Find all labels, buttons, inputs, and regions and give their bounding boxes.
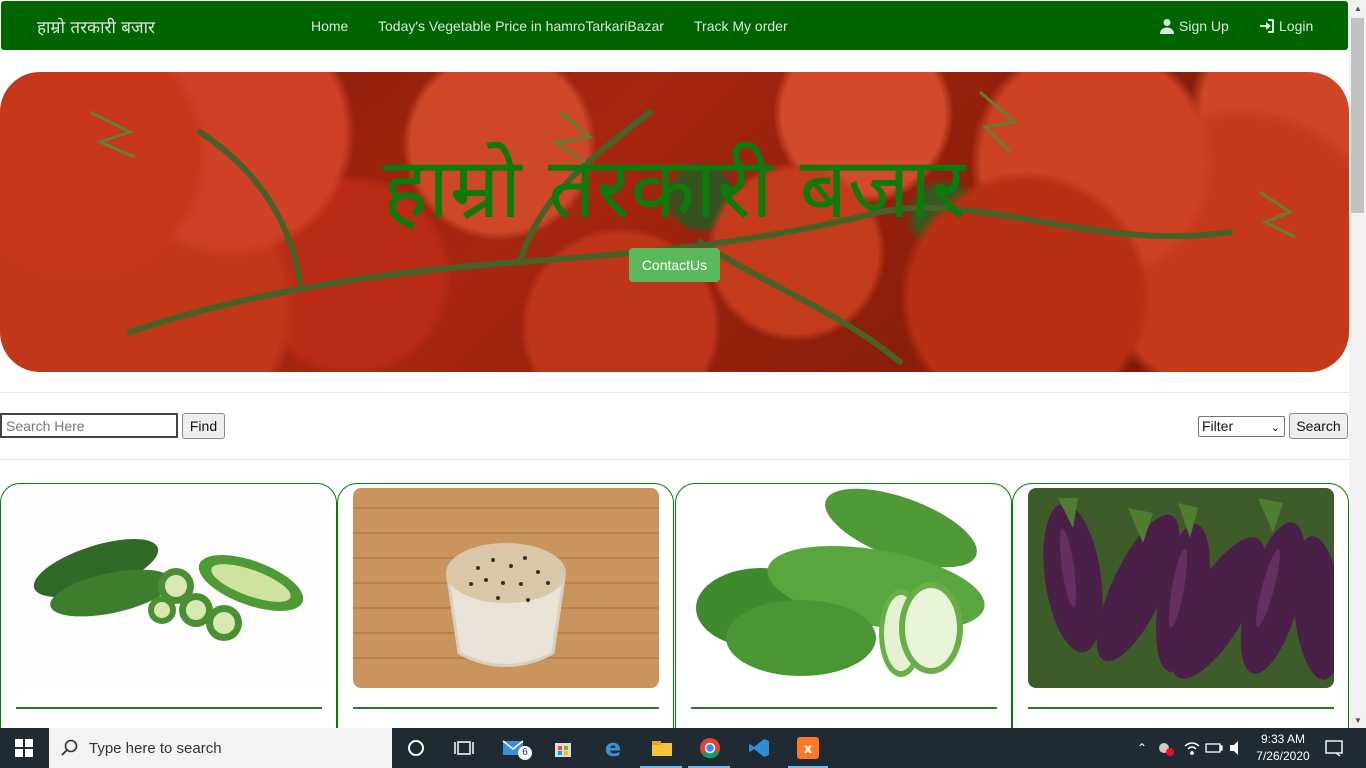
product-card[interactable] [0,483,337,728]
bitter-gourd-image[interactable] [16,488,322,688]
hero-title: हाम्रो तरकारी बजार [383,139,966,237]
page-scrollbar[interactable]: ▲ ▼ [1349,0,1366,728]
nav-home[interactable]: Home [311,18,348,34]
battery-icon[interactable] [1202,736,1226,760]
login-link[interactable]: Login [1259,18,1313,34]
contact-us-button[interactable]: ContactUs [629,248,720,282]
divider [0,392,1349,393]
login-label: Login [1279,18,1314,34]
user-icon [1160,19,1174,34]
find-button[interactable]: Find [182,413,225,439]
divider [0,459,1349,460]
system-clock[interactable]: 9:33 AM 7/26/2020 [1252,731,1314,765]
web-page: हाम्रो तरकारी बजार Home Today's Vegetabl… [0,0,1349,728]
network-error-icon[interactable] [1154,736,1178,760]
black-eyed-beans-image[interactable] [353,488,659,688]
volume-icon[interactable] [1225,736,1249,760]
task-view-icon[interactable] [452,736,476,760]
search-icon [61,739,78,756]
brand-logo-text[interactable]: हाम्रो तरकारी बजार [37,15,155,38]
filter-selected-value: Filter [1202,418,1234,434]
product-card[interactable] [337,483,674,728]
clock-date: 7/26/2020 [1256,749,1310,763]
svg-text:x: x [804,742,813,757]
card-divider [691,707,997,709]
cortana-icon[interactable] [404,736,428,760]
xampp-icon[interactable]: x [796,736,820,760]
bottle-gourd-image[interactable] [691,488,997,688]
file-explorer-icon[interactable] [650,736,674,760]
search-button[interactable]: Search [1289,413,1348,439]
taskbar-search-placeholder: Type here to search [89,739,222,757]
login-icon [1260,19,1274,33]
chevron-up-icon[interactable]: ⌃ [1130,736,1154,760]
card-divider [353,707,659,709]
notification-icon[interactable] [1322,736,1346,760]
nav-todays-price[interactable]: Today's Vegetable Price in hamroTarkariB… [378,18,664,34]
scroll-down-icon[interactable]: ▼ [1354,716,1362,725]
product-card[interactable] [675,483,1012,728]
vscode-icon[interactable] [747,736,771,760]
windows-start-icon[interactable] [12,736,36,760]
mail-icon[interactable]: 6 [502,736,532,760]
scroll-thumb[interactable] [1351,18,1364,213]
windows-taskbar: Type here to search 6 e x ⌃ 9:33 AM 7/26… [0,728,1366,768]
chrome-icon[interactable] [698,736,722,760]
mail-badge: 6 [518,746,532,760]
signup-label: Sign Up [1179,18,1229,34]
nav-track-order[interactable]: Track My order [694,18,788,34]
product-card[interactable] [1012,483,1349,728]
edge-icon[interactable]: e [601,734,625,762]
chevron-down-icon: ⌄ [1270,422,1280,434]
filter-select[interactable]: Filter ⌄ [1198,416,1285,437]
signup-link[interactable]: Sign Up [1159,18,1229,34]
eggplant-image[interactable] [1028,488,1334,688]
taskbar-search-box[interactable]: Type here to search [49,728,392,768]
store-icon[interactable] [551,736,575,760]
clock-time: 9:33 AM [1260,732,1306,746]
search-input[interactable] [0,413,178,438]
wifi-icon[interactable] [1180,736,1204,760]
card-divider [16,707,322,709]
card-divider [1028,707,1334,709]
scroll-up-icon[interactable]: ▲ [1354,4,1362,13]
hero-banner: हाम्रो तरकारी बजार ContactUs [0,72,1349,372]
navbar: हाम्रो तरकारी बजार Home Today's Vegetabl… [1,1,1348,50]
